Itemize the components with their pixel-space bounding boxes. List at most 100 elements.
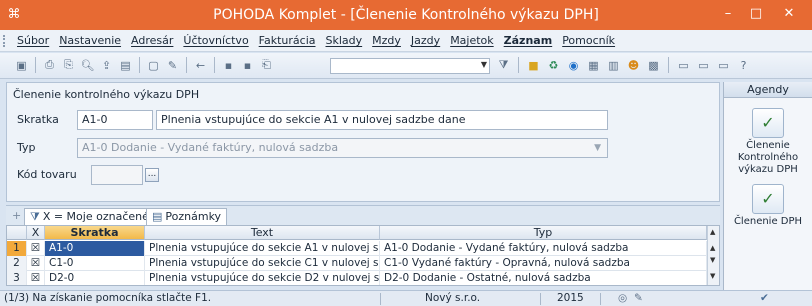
table-row[interactable]: 1 ☒ A1-0 Plnenia vstupujúce do sekcie A1…	[7, 241, 707, 256]
filter-combobox[interactable]: ▼	[330, 58, 490, 74]
description-field[interactable]: Plnenia vstupujúce do sekcie A1 v nulove…	[156, 110, 608, 130]
agenda-panel: Agendy ✓ Členenie Kontrolného výkazu DPH…	[723, 82, 812, 296]
status-year: 2015	[557, 292, 584, 304]
table-row[interactable]: 3 ☒ D2-0 Plnenia vstupujúce do sekcie D2…	[7, 271, 707, 285]
toolbar-separator	[518, 57, 519, 73]
row-number: 3	[7, 271, 27, 285]
column-header-text[interactable]: Text	[145, 226, 380, 240]
check-circle-icon: ✔	[760, 292, 769, 304]
column-header-skratka[interactable]: Skratka	[45, 226, 145, 240]
row-mark-checkbox[interactable]: ☒	[27, 256, 45, 271]
scroll-top-icon[interactable]: ▲	[710, 228, 715, 236]
edit-icon[interactable]: ✎	[165, 57, 180, 73]
chevron-down-icon: ▼	[594, 143, 601, 153]
toolbar-right-icons: ⧩ ■ ♻ ◉ ▦ ▥ ☻ ▩ ▭ ▭ ▭ ?	[496, 57, 751, 73]
checklist-icon: ✓	[752, 108, 784, 138]
typ-select[interactable]: A1-0 Dodanie - Vydané faktúry, nulová sa…	[77, 138, 608, 158]
record-form: Členenie kontrolného výkazu DPH Skratka …	[6, 82, 720, 202]
toolbar-left-icons: ▣ ⎙ ⎘ 🔍︎ ⇪ ▤ ▢ ✎ ← ▪ ▪ ⎗	[14, 57, 274, 73]
save-all-icon[interactable]: ▪	[240, 57, 255, 73]
toolbar-separator	[186, 57, 187, 73]
grid-icon[interactable]: ▥	[606, 57, 621, 73]
maximize-button[interactable]: □	[744, 4, 768, 24]
kod-tovaru-lookup-button[interactable]: ...	[145, 168, 159, 182]
menu-item-pomocnik[interactable]: Pomocník	[557, 34, 620, 47]
detail-tabs: + ⧩ X = Moje označené ▤ Poznámky	[6, 205, 720, 225]
toolbar-separator	[139, 57, 140, 73]
window-icon[interactable]: ▭	[676, 57, 691, 73]
status-bar: (1/3) Na získanie pomocníka stlačte F1. …	[0, 290, 812, 306]
recycle-icon[interactable]: ♻	[546, 57, 561, 73]
menu-item-subor[interactable]: Súbor	[12, 34, 54, 47]
row-number-header	[7, 226, 27, 240]
layout-icon[interactable]: ▭	[696, 57, 711, 73]
menu-item-uctovnictvo[interactable]: Účtovníctvo	[178, 34, 253, 47]
form-title: Členenie kontrolného výkazu DPH	[13, 88, 200, 101]
cell-typ: C1-0 Vydané faktúry - Opravná, nulová sa…	[380, 256, 707, 271]
refresh-icon[interactable]: ◉	[566, 57, 581, 73]
close-button[interactable]: ✕	[774, 4, 804, 24]
cell-typ: A1-0 Dodanie - Vydané faktúry, nulová sa…	[380, 241, 707, 256]
document-icon[interactable]: ▤	[118, 57, 133, 73]
column-header-typ[interactable]: Typ	[380, 226, 707, 240]
calculator-icon[interactable]: ▩	[646, 57, 661, 73]
chevron-down-icon: ▼	[480, 60, 487, 69]
agenda-header: Agendy	[724, 82, 812, 98]
row-mark-checkbox[interactable]: ☒	[27, 241, 45, 256]
scroll-up-icon[interactable]: ▲	[710, 244, 715, 252]
menu-item-zaznam[interactable]: Záznam	[499, 34, 558, 47]
network-icon: ◎	[618, 292, 628, 304]
panel-icon[interactable]: ▭	[716, 57, 731, 73]
print-preview-icon[interactable]: ⎘	[61, 57, 76, 73]
agenda-item-clenenie-kv-dph[interactable]: ✓ Členenie Kontrolného výkazu DPH	[724, 108, 812, 176]
menu-item-sklady[interactable]: Sklady	[321, 34, 368, 47]
filter-icon[interactable]: ⧩	[496, 57, 511, 73]
users-icon[interactable]: ☻	[626, 57, 641, 73]
kod-tovaru-field[interactable]	[91, 165, 143, 185]
cell-text: Plnenia vstupujúce do sekcie A1 v nulove…	[145, 241, 380, 256]
toolbar-separator	[214, 57, 215, 73]
menu-item-nastavenie[interactable]: Nastavenie	[54, 34, 126, 47]
row-mark-checkbox[interactable]: ☒	[27, 271, 45, 285]
back-icon[interactable]: ←	[193, 57, 208, 73]
preview-icon[interactable]: 🔍︎	[80, 57, 95, 73]
status-divider	[380, 293, 381, 305]
menu-grip	[3, 35, 5, 47]
new-record-icon[interactable]: ▢	[146, 57, 161, 73]
copy-icon[interactable]: ⎗	[259, 57, 274, 73]
status-company: Nový s.r.o.	[425, 292, 481, 304]
cell-skratka: A1-0	[45, 241, 145, 256]
title-bar: ⌘ POHODA Komplet - [Členenie Kontrolného…	[0, 0, 812, 30]
menu-item-majetok[interactable]: Majetok	[445, 34, 498, 47]
agenda-item-label: Členenie DPH	[733, 216, 803, 227]
menu-item-fakturacia[interactable]: Fakturácia	[254, 34, 321, 47]
folder-icon[interactable]: ■	[526, 57, 541, 73]
export-icon[interactable]: ⇪	[99, 57, 114, 73]
tab-poznamky[interactable]: ▤ Poznámky	[146, 208, 228, 225]
help-icon[interactable]: ?	[736, 57, 751, 73]
skratka-field[interactable]: A1-0	[77, 110, 153, 130]
menu-items: Súbor Nastavenie Adresár Účtovníctvo Fakturá…	[12, 34, 620, 47]
print-icon[interactable]: ⎙	[42, 57, 57, 73]
toolbar-separator	[35, 57, 36, 73]
cell-typ: D2-0 Dodanie - Ostatné, nulová sadzba	[380, 271, 707, 285]
agenda-item-clenenie-dph[interactable]: ✓ Členenie DPH	[724, 184, 812, 228]
window-title: POHODA Komplet - [Členenie Kontrolného v…	[213, 7, 599, 23]
add-tab-button[interactable]: +	[12, 209, 21, 222]
tab-moje-oznacene-label: X = Moje označené	[42, 210, 149, 223]
tab-moje-oznacene[interactable]: ⧩ X = Moje označené	[24, 208, 155, 225]
column-header-x[interactable]: X	[27, 226, 45, 240]
cell-text: Plnenia vstupujúce do sekcie D2 v nulove…	[145, 271, 380, 285]
table-icon[interactable]: ▦	[586, 57, 601, 73]
card-icon[interactable]: ▣	[14, 57, 29, 73]
menu-item-jazdy[interactable]: Jazdy	[406, 34, 445, 47]
vertical-scrollbar[interactable]: ▲ ▲ ▼ ▼	[707, 226, 719, 285]
save-icon[interactable]: ▪	[221, 57, 236, 73]
scroll-down-icon[interactable]: ▼	[710, 256, 715, 264]
minimize-button[interactable]: –	[716, 4, 740, 24]
kod-tovaru-label: Kód tovaru	[17, 168, 77, 181]
scroll-bottom-icon[interactable]: ▼	[710, 272, 715, 280]
menu-item-mzdy[interactable]: Mzdy	[367, 34, 406, 47]
menu-item-adresar[interactable]: Adresár	[126, 34, 178, 47]
table-row[interactable]: 2 ☒ C1-0 Plnenia vstupujúce do sekcie C1…	[7, 256, 707, 271]
